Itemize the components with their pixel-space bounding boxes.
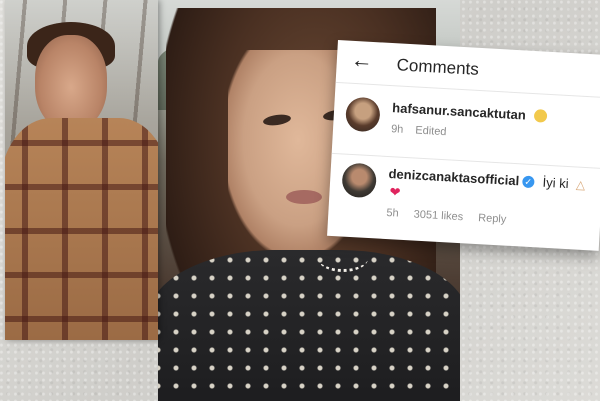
verified-badge-icon: ✓ <box>521 175 535 188</box>
lips <box>286 190 322 204</box>
comment-meta: 5h 3051 likes Reply <box>386 207 586 230</box>
comment-username[interactable]: denizcanaktasofficial <box>388 166 519 188</box>
comment-meta: 9h Edited <box>391 123 591 146</box>
avatar[interactable] <box>341 162 378 199</box>
comment-time: 5h <box>386 206 399 220</box>
pearl-necklace <box>318 245 368 272</box>
man-face <box>35 35 107 130</box>
plaid-coat <box>5 118 158 340</box>
divider <box>331 152 600 170</box>
comment-edited-status: Edited <box>414 124 447 139</box>
comments-card: ← Comments hafsanur.sancaktutan 9h Edited… <box>327 40 600 251</box>
comments-title: Comments <box>396 55 480 79</box>
comment-body: hafsanur.sancaktutan 9h Edited <box>391 99 593 146</box>
cake-emoji-icon: △ <box>575 177 586 192</box>
smile-emoji-icon <box>533 109 548 124</box>
avatar[interactable] <box>344 96 381 133</box>
paisley-shirt <box>158 250 460 401</box>
comment-text: İyi ki <box>542 174 569 192</box>
heart-emoji-icon: ❤ <box>389 183 401 200</box>
comment-username[interactable]: hafsanur.sancaktutan <box>392 100 526 122</box>
comment-item: hafsanur.sancaktutan 9h Edited <box>344 96 597 138</box>
comment-likes[interactable]: 3051 likes <box>413 209 463 224</box>
comment-time: 9h <box>390 123 404 136</box>
man-portrait-photo <box>5 0 158 340</box>
reply-button[interactable]: Reply <box>478 212 507 226</box>
comment-body: denizcanaktasofficial ✓ İyi ki △ ❤ 5h 305… <box>386 165 589 230</box>
arrow-left-icon[interactable]: ← <box>350 47 373 73</box>
